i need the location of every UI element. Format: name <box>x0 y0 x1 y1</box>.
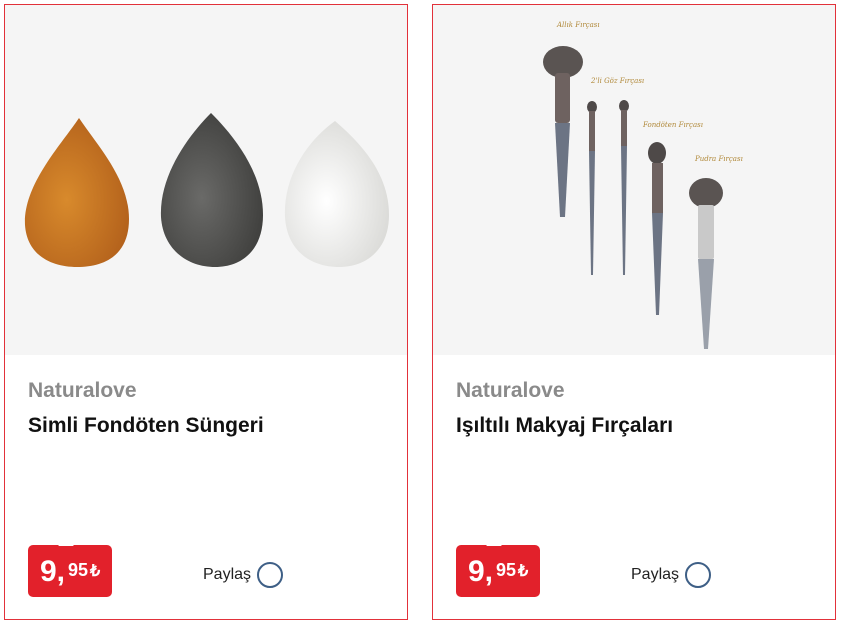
share-label: Paylaş <box>631 566 680 583</box>
brush-label: Pudra Fırçası <box>694 155 743 163</box>
product-title[interactable]: Simli Fondöten Süngeri <box>28 414 264 438</box>
currency-symbol: ₺ <box>518 563 529 580</box>
price-badge: 9, 95 ₺ <box>456 539 540 597</box>
foundation-brush <box>648 142 666 315</box>
price-fraction: 95 <box>496 560 517 580</box>
share-circle-icon[interactable] <box>685 562 712 588</box>
price-fraction: 95 <box>68 560 89 580</box>
price-badge: 9, 95 ₺ <box>28 539 112 597</box>
eye-brush <box>587 100 629 275</box>
currency-symbol: ₺ <box>90 563 101 580</box>
makeup-sponges-image <box>24 113 389 267</box>
product-image[interactable] <box>5 5 407 355</box>
share-circle-icon[interactable] <box>257 562 284 588</box>
powder-brush <box>689 178 723 349</box>
product-brand: Naturalove <box>28 379 137 402</box>
share-label: Paylaş <box>203 566 252 583</box>
product-image[interactable]: Allık Fırçası 2'li Göz Fırçası Fondöten … <box>433 5 835 355</box>
price-whole: 9, <box>40 555 66 588</box>
share-button[interactable]: Paylaş <box>631 560 712 590</box>
product-title[interactable]: Işıltılı Makyaj Fırçaları <box>456 414 673 438</box>
product-card[interactable]: Allık Fırçası 2'li Göz Fırçası Fondöten … <box>432 4 836 620</box>
price-whole: 9, <box>468 555 494 588</box>
brush-label: 2'li Göz Fırçası <box>590 77 644 85</box>
brush-label: Fondöten Fırçası <box>642 121 703 129</box>
blush-brush <box>543 46 583 217</box>
product-brand: Naturalove <box>456 379 565 402</box>
makeup-brushes-image: Allık Fırçası 2'li Göz Fırçası Fondöten … <box>543 21 743 349</box>
share-button[interactable]: Paylaş <box>203 560 284 590</box>
product-card[interactable]: Naturalove Simli Fondöten Süngeri 9, 95 … <box>4 4 408 620</box>
brush-label: Allık Fırçası <box>556 21 600 29</box>
